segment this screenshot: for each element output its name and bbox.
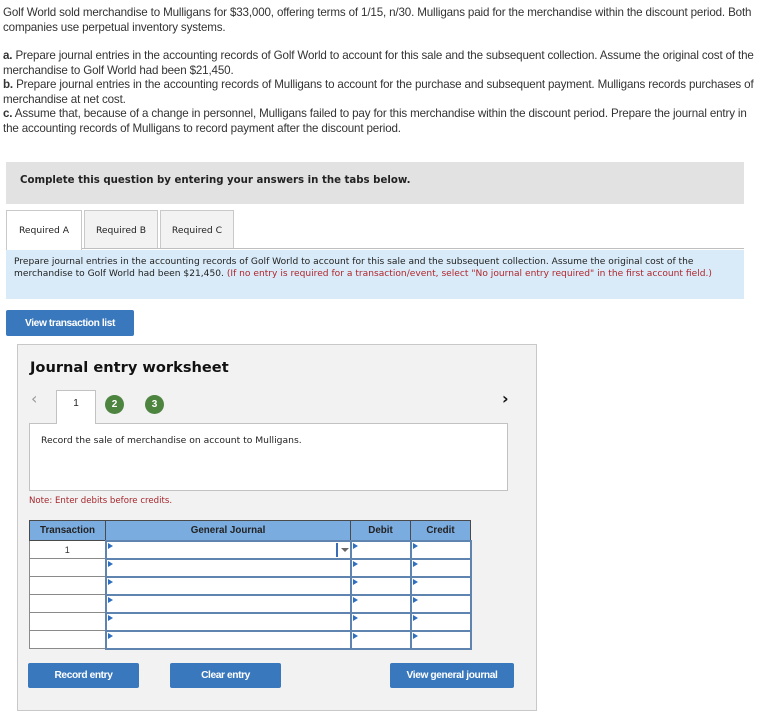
requirement-info: Prepare journal entries in the accountin… xyxy=(6,250,744,299)
account-select[interactable] xyxy=(104,539,352,560)
table-row xyxy=(29,593,472,614)
flag-icon xyxy=(412,596,418,603)
table-row xyxy=(29,629,472,650)
problem-intro: Golf World sold merchandise to Mulligans… xyxy=(3,6,752,34)
tab-required-c[interactable]: Required C xyxy=(160,210,234,249)
credit-input[interactable] xyxy=(409,593,472,614)
chevron-left-icon[interactable]: ‹ xyxy=(31,389,37,408)
debit-input[interactable] xyxy=(349,629,412,650)
debit-input[interactable] xyxy=(349,575,412,596)
table-row xyxy=(29,611,472,632)
part-b: b. Prepare journal entries in the accoun… xyxy=(3,78,759,107)
credit-input[interactable] xyxy=(409,575,472,596)
part-a-text: Prepare journal entries in the accountin… xyxy=(3,49,754,77)
problem-statement: Golf World sold merchandise to Mulligans… xyxy=(3,6,759,136)
flag-icon xyxy=(352,614,358,621)
table-row xyxy=(29,557,472,578)
flag-icon xyxy=(352,578,358,585)
transaction-cell xyxy=(29,576,106,595)
part-b-text: Prepare journal entries in the accountin… xyxy=(3,78,754,106)
flag-icon xyxy=(107,542,113,549)
account-select[interactable] xyxy=(104,593,352,614)
credit-input[interactable] xyxy=(409,539,472,560)
header-debit: Debit xyxy=(350,520,411,541)
journal-table: Transaction General Journal Debit Credit… xyxy=(29,520,472,650)
clear-entry-button[interactable]: Clear entry xyxy=(170,663,281,688)
debit-input[interactable] xyxy=(349,593,412,614)
debit-credit-note: Note: Enter debits before credits. xyxy=(29,496,173,506)
transaction-description: Record the sale of merchandise on accoun… xyxy=(29,423,508,491)
flag-icon xyxy=(412,632,418,639)
table-row: 1 xyxy=(29,539,472,560)
view-transaction-list-button[interactable]: View transaction list xyxy=(6,310,134,336)
account-select[interactable] xyxy=(104,575,352,596)
transaction-cell xyxy=(29,630,106,649)
credit-input[interactable] xyxy=(409,611,472,632)
worksheet-title: Journal entry worksheet xyxy=(30,359,229,376)
flag-icon xyxy=(107,632,113,639)
debit-input[interactable] xyxy=(349,557,412,578)
part-c-text: Assume that, because of a change in pers… xyxy=(3,107,747,135)
table-row xyxy=(29,575,472,596)
account-select[interactable] xyxy=(104,557,352,578)
flag-icon xyxy=(412,614,418,621)
transaction-cell: 1 xyxy=(29,540,106,559)
requirement-hint: (If no entry is required for a transacti… xyxy=(226,269,712,280)
part-c-label: c. xyxy=(3,107,13,120)
flag-icon xyxy=(412,542,418,549)
required-tabs: Required A Required B Required C xyxy=(6,210,236,250)
chevron-right-icon[interactable]: › xyxy=(502,389,509,408)
header-credit: Credit xyxy=(410,520,471,541)
flag-icon xyxy=(352,596,358,603)
flag-icon xyxy=(107,614,113,621)
flag-icon xyxy=(107,560,113,567)
step-circle-3[interactable]: 3 xyxy=(145,395,164,414)
step-circle-2[interactable]: 2 xyxy=(105,395,124,414)
journal-entry-worksheet: Journal entry worksheet ‹ 1 2 3 › Record… xyxy=(17,344,537,711)
dropdown-arrow-icon[interactable] xyxy=(335,542,350,557)
part-a-label: a. xyxy=(3,49,13,62)
part-c: c. Assume that, because of a change in p… xyxy=(3,107,759,136)
debit-input[interactable] xyxy=(349,611,412,632)
credit-input[interactable] xyxy=(409,629,472,650)
record-entry-button[interactable]: Record entry xyxy=(28,663,139,688)
part-a: a. Prepare journal entries in the accoun… xyxy=(3,49,759,78)
header-transaction: Transaction xyxy=(29,520,106,541)
journal-table-header: Transaction General Journal Debit Credit xyxy=(29,520,471,541)
credit-input[interactable] xyxy=(409,557,472,578)
flag-icon xyxy=(352,632,358,639)
debit-input[interactable] xyxy=(349,539,412,560)
header-general-journal: General Journal xyxy=(105,520,351,541)
transaction-cell xyxy=(29,612,106,631)
tab-required-b[interactable]: Required B xyxy=(84,210,158,249)
flag-icon xyxy=(107,578,113,585)
account-select[interactable] xyxy=(104,629,352,650)
account-select[interactable] xyxy=(104,611,352,632)
flag-icon xyxy=(412,578,418,585)
transaction-cell xyxy=(29,594,106,613)
view-general-journal-button[interactable]: View general journal xyxy=(390,663,514,688)
part-b-label: b. xyxy=(3,78,14,91)
step-tab-1[interactable]: 1 xyxy=(56,390,96,424)
flag-icon xyxy=(352,560,358,567)
instruction-banner: Complete this question by entering your … xyxy=(6,162,744,204)
flag-icon xyxy=(352,542,358,549)
flag-icon xyxy=(412,560,418,567)
tab-required-a[interactable]: Required A xyxy=(6,210,82,250)
transaction-cell xyxy=(29,558,106,577)
tab-divider xyxy=(6,248,744,249)
flag-icon xyxy=(107,596,113,603)
